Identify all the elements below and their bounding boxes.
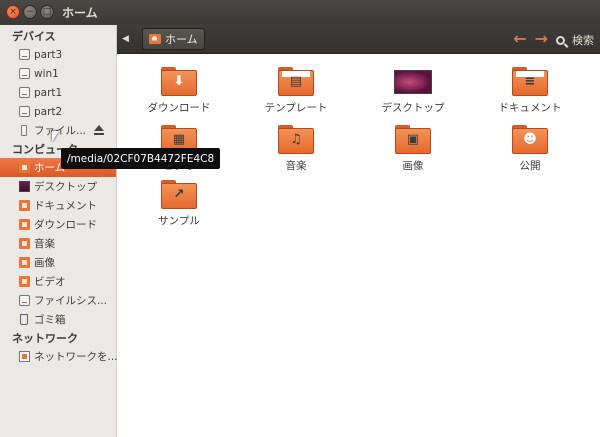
disk-icon xyxy=(19,106,30,117)
forward-arrow-icon[interactable]: → xyxy=(535,29,548,48)
downloads-folder-icon: ⬇ xyxy=(161,67,197,96)
disk-icon xyxy=(19,49,30,60)
search-label: 検索 xyxy=(572,34,594,47)
templates-folder-icon: ▤ xyxy=(278,67,314,96)
filesystem-icon xyxy=(19,295,30,306)
path-button-label: ホーム xyxy=(165,32,198,46)
disk-icon xyxy=(19,87,30,98)
sidebar-section-network: ネットワーク xyxy=(12,332,78,345)
folder-pictures[interactable]: ▣ 画像 xyxy=(358,125,468,173)
sidebar-item-pictures[interactable]: 画像 xyxy=(0,253,116,272)
sidebar-item-downloads[interactable]: ダウンロード xyxy=(0,215,116,234)
sidebar-section-devices: デバイス xyxy=(12,30,56,43)
file-icon-view[interactable]: ⬇ ダウンロード ▤ テンプレート デスクトップ ≡ ドキュメント ▦ ビデオ … xyxy=(118,55,600,437)
eject-icon[interactable] xyxy=(94,125,104,135)
sidebar-item-filesystem[interactable]: ファイルシス... xyxy=(0,291,116,310)
folder-desktop[interactable]: デスクトップ xyxy=(358,67,468,115)
documents-icon xyxy=(19,200,30,211)
home-folder-icon xyxy=(149,33,161,44)
sidebar-item-browse-network[interactable]: ネットワークを... xyxy=(0,347,118,366)
sidebar-item-trash[interactable]: ゴミ箱 xyxy=(0,310,116,329)
downloads-icon xyxy=(19,219,30,230)
tooltip: /media/02CF07B4472FE4C8 xyxy=(61,148,221,169)
path-button-home[interactable]: ホーム xyxy=(142,27,205,50)
network-icon xyxy=(19,351,30,362)
usb-icon xyxy=(21,125,27,136)
back-arrow-icon[interactable]: ← xyxy=(513,29,526,48)
sidebar-item-win1[interactable]: win1 xyxy=(0,64,116,83)
home-folder-icon xyxy=(19,162,30,173)
sidebar-item-part2[interactable]: part2 xyxy=(0,102,116,121)
folder-downloads[interactable]: ⬇ ダウンロード xyxy=(124,67,234,115)
sidebar-item-part3[interactable]: part3 xyxy=(0,45,116,64)
examples-folder-icon: ↗ xyxy=(161,180,197,209)
title-bar: × − □ ホーム xyxy=(0,0,600,24)
disk-icon xyxy=(19,68,30,79)
documents-folder-icon: ≡ xyxy=(512,67,548,96)
close-window-button[interactable]: × xyxy=(6,5,20,19)
maximize-window-button[interactable]: □ xyxy=(40,5,54,19)
public-folder-icon: ☻ xyxy=(512,125,548,154)
search-icon xyxy=(556,35,565,45)
minimize-window-button[interactable]: − xyxy=(23,5,37,19)
folder-examples[interactable]: ↗ サンプル xyxy=(124,180,234,228)
search-button[interactable]: 検索 xyxy=(556,32,594,48)
window-title: ホーム xyxy=(62,5,98,20)
desktop-icon xyxy=(19,181,30,192)
music-icon xyxy=(19,238,30,249)
pictures-icon xyxy=(19,257,30,268)
sidebar-item-music[interactable]: 音楽 xyxy=(0,234,116,253)
sidebar: デバイス part3 win1 part1 part2 ファイル... コンピュ… xyxy=(0,25,118,437)
folder-public[interactable]: ☻ 公開 xyxy=(475,125,585,173)
trash-icon xyxy=(20,314,28,325)
sidebar-item-part1[interactable]: part1 xyxy=(0,83,116,102)
folder-documents[interactable]: ≡ ドキュメント xyxy=(475,67,585,115)
path-back-arrow-icon[interactable]: ◀ xyxy=(122,34,134,44)
music-folder-icon: ♫ xyxy=(278,125,314,154)
folder-music[interactable]: ♫ 音楽 xyxy=(241,125,351,173)
pictures-folder-icon: ▣ xyxy=(395,125,431,154)
sidebar-item-videos[interactable]: ビデオ xyxy=(0,272,116,291)
sidebar-item-desktop[interactable]: デスクトップ xyxy=(0,177,116,196)
videos-icon xyxy=(19,276,30,287)
mouse-cursor-icon xyxy=(52,131,59,142)
desktop-folder-icon xyxy=(394,70,432,94)
sidebar-item-documents[interactable]: ドキュメント xyxy=(0,196,116,215)
folder-templates[interactable]: ▤ テンプレート xyxy=(241,67,351,115)
